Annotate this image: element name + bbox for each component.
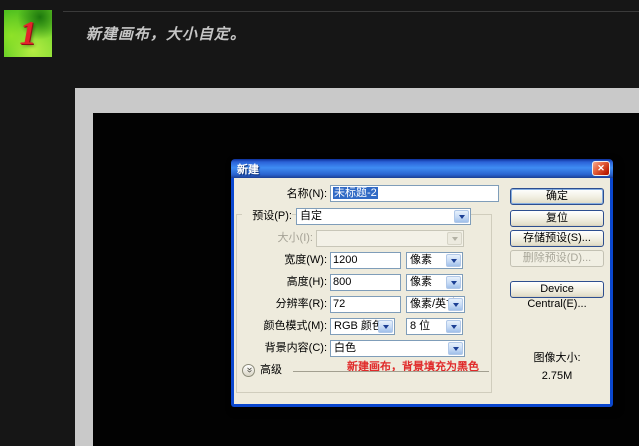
color-mode-value: RGB 颜色 xyxy=(334,320,383,332)
bit-depth-value: 8 位 xyxy=(410,320,430,332)
step-number: 1 xyxy=(20,15,37,53)
ok-button[interactable]: 确定 xyxy=(510,188,604,205)
resolution-unit-select[interactable]: 像素/英寸 xyxy=(406,296,465,313)
resolution-input[interactable]: 72 xyxy=(330,296,401,313)
background-contents-label: 背景内容(C): xyxy=(234,340,327,357)
height-input[interactable]: 800 xyxy=(330,274,401,291)
advanced-divider xyxy=(293,371,489,372)
preset-select[interactable]: 自定 xyxy=(296,208,471,225)
close-button[interactable]: ✕ xyxy=(592,161,610,176)
name-label: 名称(N): xyxy=(234,186,327,203)
size-select xyxy=(316,230,464,247)
name-input-selected-text: 未标题-2 xyxy=(333,187,378,199)
resolution-label: 分辨率(R): xyxy=(234,296,327,313)
chevron-down-icon xyxy=(446,276,461,289)
advanced-label: 高级 xyxy=(260,364,282,377)
chevron-down-icon xyxy=(454,210,469,223)
step-instruction: 新建画布，大小自定。 xyxy=(86,23,246,44)
width-label: 宽度(W): xyxy=(234,252,327,269)
preset-label: 预设(P): xyxy=(242,208,292,225)
image-size-value: 2.75M xyxy=(510,370,604,382)
width-input[interactable]: 1200 xyxy=(330,252,401,269)
height-unit-select[interactable]: 像素 xyxy=(406,274,463,291)
header-divider xyxy=(63,11,639,12)
chevron-down-icon xyxy=(448,342,463,355)
step-badge: 1 xyxy=(4,10,52,57)
reset-button[interactable]: 复位 xyxy=(510,210,604,227)
width-unit-value: 像素 xyxy=(410,254,432,266)
image-size-panel: 图像大小: 2.75M xyxy=(510,349,604,382)
background-contents-value: 白色 xyxy=(334,342,356,354)
advanced-toggle-button[interactable]: » xyxy=(242,364,255,377)
dialog-title: 新建 xyxy=(237,161,259,177)
height-label: 高度(H): xyxy=(234,274,327,291)
chevron-down-icon xyxy=(378,320,393,333)
chevron-down-icon xyxy=(447,232,462,245)
color-mode-select[interactable]: RGB 颜色 xyxy=(330,318,395,335)
chevron-down-icon xyxy=(446,320,461,333)
preset-value: 自定 xyxy=(300,210,322,222)
delete-preset-button: 删除预设(D)... xyxy=(510,250,604,267)
name-input[interactable]: 未标题-2 xyxy=(330,185,499,202)
width-unit-select[interactable]: 像素 xyxy=(406,252,463,269)
size-label: 大小(I): xyxy=(242,230,313,247)
double-chevron-icon: » xyxy=(244,367,254,373)
chevron-down-icon xyxy=(446,254,461,267)
height-unit-value: 像素 xyxy=(410,276,432,288)
new-document-dialog: 新建 ✕ 名称(N): 未标题-2 预设(P): 自定 大小(I): 宽度(W)… xyxy=(231,159,613,407)
close-icon: ✕ xyxy=(597,163,605,174)
background-contents-select[interactable]: 白色 xyxy=(330,340,465,357)
device-central-button[interactable]: Device Central(E)... xyxy=(510,281,604,298)
image-size-label: 图像大小: xyxy=(510,349,604,365)
save-preset-button[interactable]: 存储预设(S)... xyxy=(510,230,604,247)
bit-depth-select[interactable]: 8 位 xyxy=(406,318,463,335)
dialog-titlebar[interactable]: 新建 ✕ xyxy=(231,159,613,178)
color-mode-label: 颜色模式(M): xyxy=(234,318,327,335)
dialog-body: 名称(N): 未标题-2 预设(P): 自定 大小(I): 宽度(W): 120… xyxy=(234,178,610,404)
chevron-down-icon xyxy=(448,298,463,311)
